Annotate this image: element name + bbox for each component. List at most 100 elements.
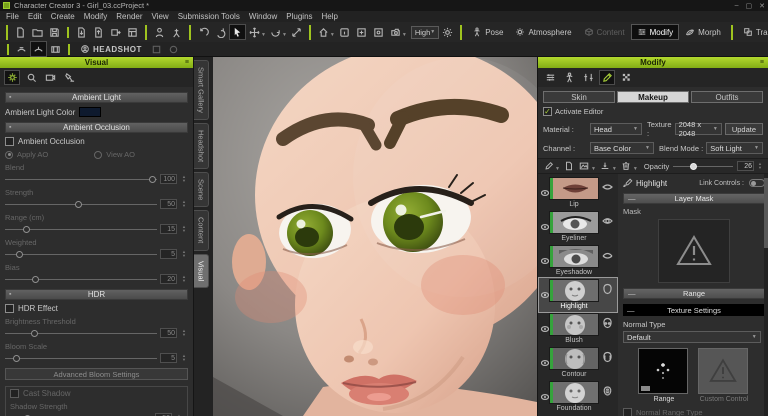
headshot-tool-2-button[interactable] — [165, 41, 182, 57]
menu-plugins[interactable]: Plugins — [286, 12, 312, 21]
menu-edit[interactable]: Edit — [28, 12, 42, 21]
collapse-icon[interactable]: ▪ — [9, 124, 11, 131]
layer-eyeliner[interactable]: Eyeliner — [539, 210, 617, 244]
layer-blush[interactable]: Blush — [539, 312, 617, 346]
apply-ao-radio[interactable] — [5, 151, 13, 159]
collapse-icon[interactable]: — — [628, 289, 636, 298]
import-button[interactable] — [73, 24, 90, 40]
link-controls-toggle[interactable] — [749, 179, 765, 187]
strength-value[interactable]: 50 — [160, 199, 177, 209]
export-layer-icon[interactable] — [599, 160, 612, 173]
tab-visual[interactable]: Visual — [194, 254, 209, 288]
morph-button[interactable]: Morph — [679, 24, 727, 40]
menu-render[interactable]: Render — [116, 12, 142, 21]
texture-size-dropdown[interactable]: 2048 x 2048▼ — [675, 123, 722, 135]
ambient-occlusion-section[interactable]: ▪ Ambient Occlusion — [5, 122, 188, 133]
tab-smart-gallery[interactable]: Smart Gallery — [194, 60, 209, 120]
ambient-light-section[interactable]: ▪ Ambient Light — [5, 92, 188, 103]
send-to-iclone-button[interactable] — [107, 24, 124, 40]
adjust-color-icon[interactable] — [580, 70, 596, 85]
normal-type-dropdown[interactable]: Default▼ — [623, 331, 761, 343]
activate-editor-checkbox[interactable]: ✓ — [543, 107, 552, 116]
camera-view-icon[interactable] — [42, 70, 58, 85]
undo-button[interactable] — [195, 24, 212, 40]
realtime-light-button[interactable] — [439, 24, 456, 40]
advanced-bloom-settings-button[interactable]: Advanced Bloom Settings — [5, 368, 188, 380]
material-dropdown[interactable]: Head▼ — [590, 123, 642, 135]
new-project-button[interactable] — [12, 24, 29, 40]
blend-mode-dropdown[interactable]: Soft Light▼ — [706, 142, 763, 154]
accessory-button[interactable] — [168, 24, 185, 40]
collapse-icon[interactable]: — — [628, 194, 636, 203]
headshot-tool-1-button[interactable] — [148, 41, 165, 57]
scale-tool-button[interactable] — [288, 24, 305, 40]
maximize-button[interactable]: ▢ — [746, 2, 753, 10]
texture-checker-icon[interactable] — [618, 70, 634, 85]
range-value[interactable]: 15 — [160, 224, 177, 234]
mask-thumbnail[interactable] — [658, 219, 730, 283]
redo-button[interactable] — [212, 24, 229, 40]
atmosphere-button[interactable]: Atmosphere — [509, 24, 577, 40]
brightness-threshold-stepper[interactable]: ▲▼ — [180, 329, 188, 337]
blend-slider[interactable] — [5, 176, 157, 183]
menu-help[interactable]: Help — [322, 12, 338, 21]
layer-contour[interactable]: Contour — [539, 346, 617, 380]
tab-outfits[interactable]: Outfits — [691, 91, 763, 103]
highlight-mask-icon[interactable] — [599, 279, 615, 311]
strength-slider[interactable] — [5, 201, 157, 208]
strength-stepper[interactable]: ▲▼ — [180, 200, 188, 208]
sky-tool-icon[interactable] — [23, 70, 39, 85]
attribute-icon[interactable] — [542, 70, 558, 85]
blush-mask-icon[interactable] — [599, 313, 615, 345]
range-stepper[interactable]: ▲▼ — [180, 225, 188, 233]
cast-shadow-checkbox[interactable] — [10, 389, 19, 398]
menu-submission-tools[interactable]: Submission Tools — [178, 12, 240, 21]
blend-stepper[interactable]: ▲▼ — [180, 175, 188, 183]
collapse-icon[interactable]: ▪ — [9, 291, 11, 298]
select-tool-button[interactable] — [229, 24, 246, 40]
transformer-button[interactable]: Transformer▼ — [737, 23, 768, 41]
brightness-threshold-slider[interactable] — [5, 330, 157, 337]
tab-headshot[interactable]: Headshot — [194, 123, 209, 169]
atmosphere-settings-icon[interactable] — [4, 70, 20, 85]
panel-menu-icon[interactable]: ≡ — [760, 59, 764, 66]
visibility-eye-icon[interactable] — [540, 381, 549, 413]
detail-scrollbar[interactable] — [764, 174, 768, 416]
bloom-scale-value[interactable]: 5 — [160, 353, 177, 363]
visibility-eye-icon[interactable] — [540, 347, 549, 379]
collapse-icon[interactable]: ▪ — [9, 94, 11, 101]
menu-create[interactable]: Create — [51, 12, 75, 21]
layer-lip[interactable]: Lip — [539, 176, 617, 210]
tab-scene[interactable]: Scene — [194, 172, 209, 207]
import-image-icon[interactable] — [578, 160, 591, 173]
channel-dropdown[interactable]: Base Color▼ — [590, 142, 654, 154]
tab-content[interactable]: Content — [194, 210, 209, 250]
visibility-eye-icon[interactable] — [540, 279, 549, 311]
layer-eyeshadow[interactable]: Eyeshadow — [539, 244, 617, 278]
layer-mask-section[interactable]: — Layer Mask — [623, 193, 765, 204]
weighted-slider[interactable] — [5, 251, 157, 258]
export-button[interactable] — [90, 24, 107, 40]
opacity-stepper[interactable]: ▲▼ — [756, 162, 764, 170]
lip-mask-icon[interactable] — [599, 177, 615, 209]
rotate-tool-caret[interactable]: ▼ — [282, 32, 287, 38]
view-ao-radio[interactable] — [94, 151, 102, 159]
layer-foundation[interactable]: Foundation — [539, 380, 617, 414]
camera-settings-caret[interactable]: ▼ — [402, 32, 407, 38]
pose-button[interactable]: Pose — [466, 24, 509, 40]
visibility-eye-icon[interactable] — [540, 245, 549, 277]
menu-file[interactable]: File — [6, 12, 19, 21]
bloom-scale-stepper[interactable]: ▲▼ — [180, 354, 188, 362]
tab-skin[interactable]: Skin — [543, 91, 615, 103]
weighted-stepper[interactable]: ▲▼ — [180, 250, 188, 258]
content-button[interactable]: Content — [578, 24, 631, 40]
blend-value[interactable]: 100 — [160, 174, 177, 184]
menu-modify[interactable]: Modify — [84, 12, 108, 21]
bias-slider[interactable] — [5, 276, 157, 283]
visibility-eye-icon[interactable] — [540, 177, 549, 209]
panel-menu-icon[interactable]: ≡ — [185, 59, 189, 66]
frame-all-button[interactable] — [353, 24, 370, 40]
move-tool-caret[interactable]: ▼ — [261, 32, 266, 38]
save-project-button[interactable] — [46, 24, 63, 40]
viewport-3d[interactable] — [213, 57, 537, 416]
